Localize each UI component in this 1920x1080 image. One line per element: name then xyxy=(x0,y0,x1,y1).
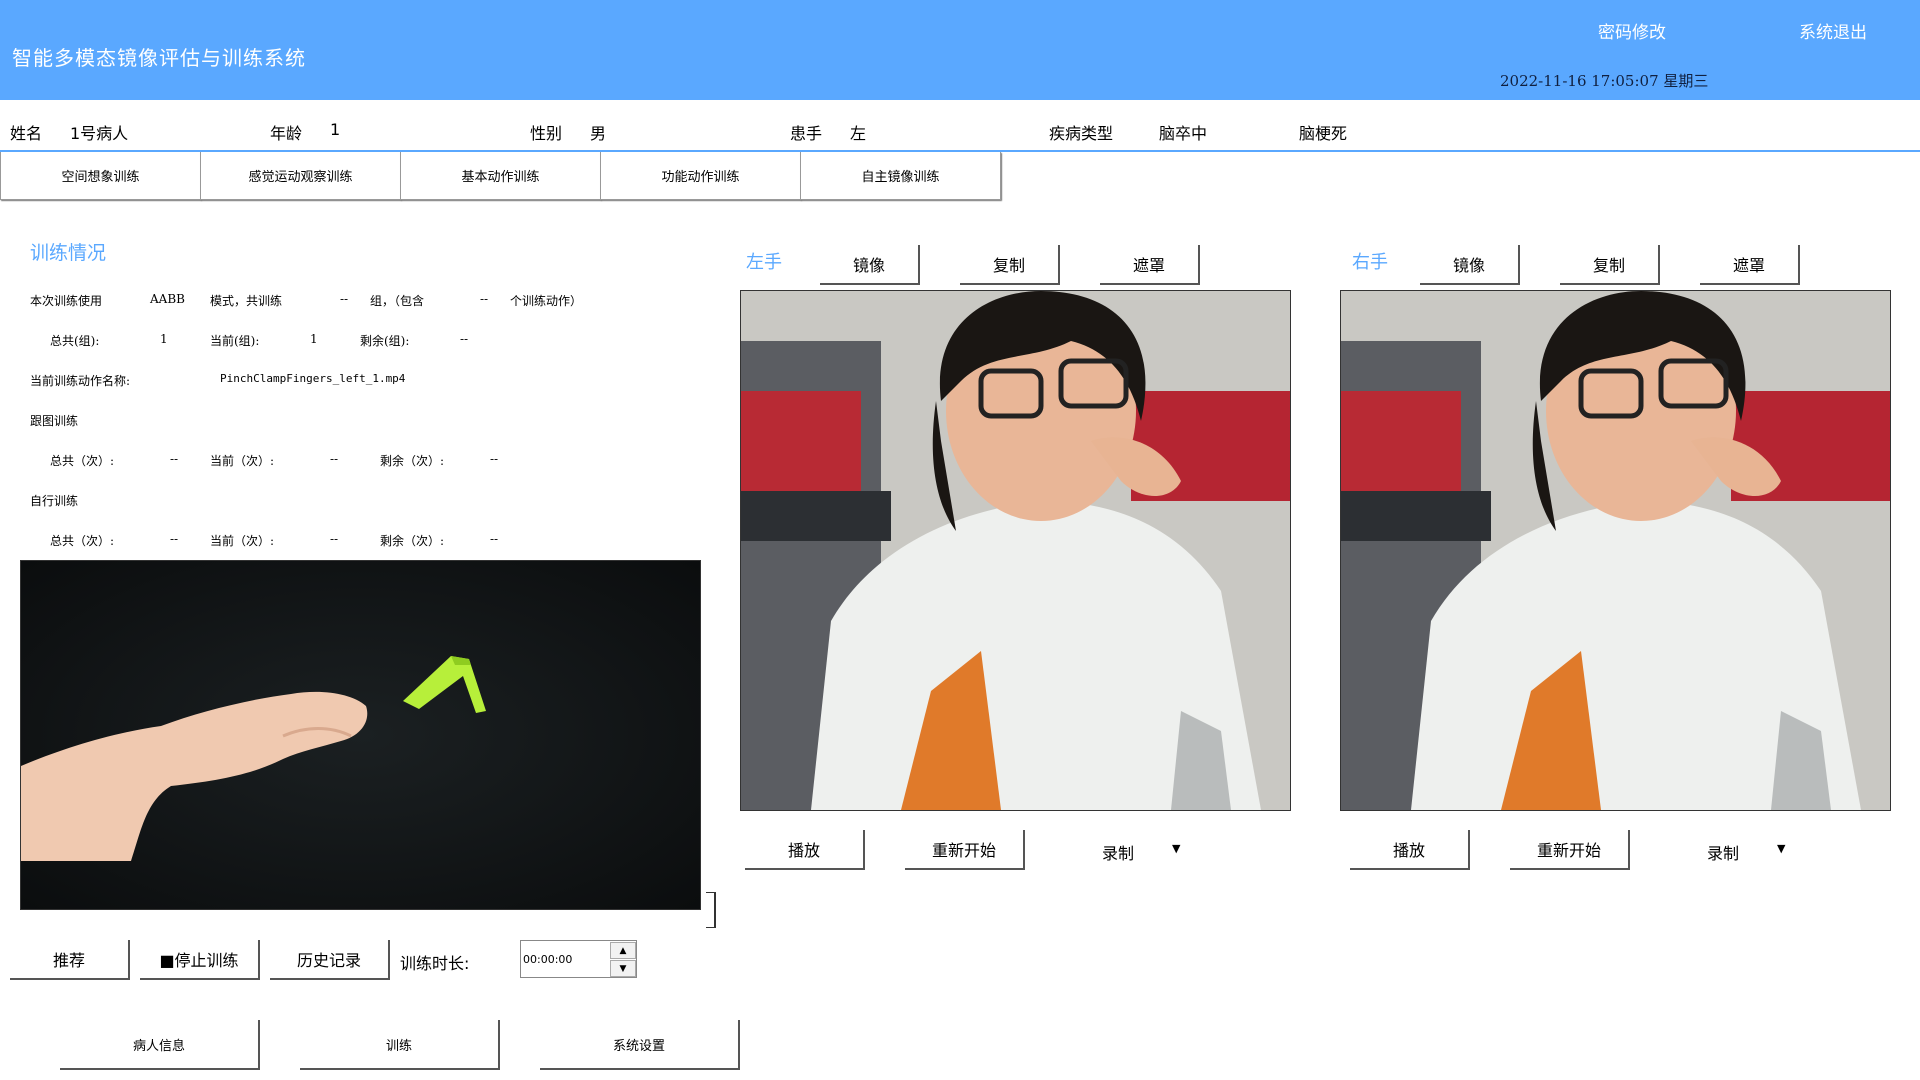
right-camera-feed xyxy=(1340,290,1891,811)
right-mask-button[interactable]: 遮罩 xyxy=(1700,245,1800,285)
line1-mid: 模式，共训练 xyxy=(210,294,283,308)
left-copy-button[interactable]: 复制 xyxy=(960,245,1060,285)
left-mirror-button[interactable]: 镜像 xyxy=(820,245,920,285)
self-remain-label: 剩余（次）: xyxy=(380,534,445,548)
disease-label: 疾病类型 xyxy=(1049,124,1114,143)
training-mode: AABB xyxy=(150,292,185,306)
datetime: 2022-11-16 17:05:07 星期三 xyxy=(1500,72,1709,90)
right-record-dropdown-icon[interactable]: ▼ xyxy=(1777,842,1785,855)
right-record-label[interactable]: 录制 xyxy=(1707,840,1739,864)
tab-sensorimotor-observation[interactable]: 感觉运动观察训练 xyxy=(200,152,401,200)
tab-functional-action[interactable]: 功能动作训练 xyxy=(600,152,801,200)
left-record-label[interactable]: 录制 xyxy=(1102,840,1134,864)
left-record-dropdown-icon[interactable]: ▼ xyxy=(1172,842,1180,855)
action-name-label: 当前训练动作名称: xyxy=(30,374,131,388)
left-restart-button[interactable]: 重新开始 xyxy=(905,830,1025,870)
group-total: 1 xyxy=(160,332,168,346)
action-name: PinchClampFingers_left_1.mp4 xyxy=(220,372,406,385)
right-hand-label: 右手 xyxy=(1352,252,1388,273)
follow-total-label: 总共（次）: xyxy=(50,454,115,468)
hand-label: 患手 xyxy=(790,124,823,143)
group-current-label: 当前(组): xyxy=(210,334,260,348)
left-play-button[interactable]: 播放 xyxy=(745,830,865,870)
patient-disease-sub: 脑梗死 xyxy=(1299,124,1348,143)
name-label: 姓名 xyxy=(10,124,43,143)
action-count: -- xyxy=(480,292,489,306)
duration-label: 训练时长: xyxy=(400,954,470,973)
right-restart-button[interactable]: 重新开始 xyxy=(1510,830,1630,870)
tab-spatial-imagination[interactable]: 空间想象训练 xyxy=(0,152,201,200)
group-remain-label: 剩余(组): xyxy=(360,334,410,348)
self-remain: -- xyxy=(490,532,499,546)
line1-prefix: 本次训练使用 xyxy=(30,294,103,308)
patient-hand: 左 xyxy=(850,124,867,143)
left-hand-label: 左手 xyxy=(746,252,782,273)
patient-disease: 脑卒中 xyxy=(1159,124,1208,143)
patient-age: 1 xyxy=(330,120,341,139)
follow-remain: -- xyxy=(490,452,499,466)
spin-up-button[interactable]: ▲ xyxy=(610,942,636,959)
gender-label: 性别 xyxy=(530,124,563,143)
group-count: -- xyxy=(340,292,349,306)
left-camera-frame xyxy=(741,291,1290,810)
group-current: 1 xyxy=(310,332,318,346)
follow-total: -- xyxy=(170,452,179,466)
demo-video xyxy=(20,560,701,910)
self-total: -- xyxy=(170,532,179,546)
group-total-label: 总共(组): xyxy=(50,334,100,348)
recommend-button[interactable]: 推荐 xyxy=(10,940,130,980)
self-current-label: 当前（次）: xyxy=(210,534,275,548)
training-status-title: 训练情况 xyxy=(30,242,107,264)
follow-current-label: 当前（次）: xyxy=(210,454,275,468)
follow-training-title: 跟图训练 xyxy=(30,414,79,428)
stop-training-button[interactable]: ■停止训练 xyxy=(140,940,260,980)
logout-link[interactable]: 系统退出 xyxy=(1799,18,1867,43)
group-remain: -- xyxy=(460,332,469,346)
left-mask-button[interactable]: 遮罩 xyxy=(1100,245,1200,285)
app-title: 智能多模态镜像评估与训练系统 xyxy=(12,46,306,70)
right-mirror-button[interactable]: 镜像 xyxy=(1420,245,1520,285)
demo-video-frame xyxy=(21,561,700,909)
right-copy-button[interactable]: 复制 xyxy=(1560,245,1660,285)
line1-mid2: 组，（包含 xyxy=(370,294,425,308)
line1-suffix: 个训练动作） xyxy=(510,294,583,308)
video-resize-handle[interactable] xyxy=(706,892,716,928)
patient-name: 1号病人 xyxy=(70,124,129,143)
nav-patient-info-button[interactable]: 病人信息 xyxy=(60,1020,260,1070)
duration-value: 00:00:00 xyxy=(523,952,573,966)
follow-current: -- xyxy=(330,452,339,466)
nav-training-button[interactable]: 训练 xyxy=(300,1020,500,1070)
history-button[interactable]: 历史记录 xyxy=(270,940,390,980)
tab-basic-action[interactable]: 基本动作训练 xyxy=(400,152,601,200)
change-password-link[interactable]: 密码修改 xyxy=(1598,18,1666,43)
left-camera-feed xyxy=(740,290,1291,811)
nav-system-settings-button[interactable]: 系统设置 xyxy=(540,1020,740,1070)
right-camera-frame xyxy=(1341,291,1890,810)
patient-gender: 男 xyxy=(590,124,607,143)
age-label: 年龄 xyxy=(270,124,303,143)
tab-autonomous-mirror[interactable]: 自主镜像训练 xyxy=(800,152,1001,200)
self-total-label: 总共（次）: xyxy=(50,534,115,548)
spin-down-button[interactable]: ▼ xyxy=(610,960,636,977)
self-training-title: 自行训练 xyxy=(30,494,79,508)
right-play-button[interactable]: 播放 xyxy=(1350,830,1470,870)
self-current: -- xyxy=(330,532,339,546)
follow-remain-label: 剩余（次）: xyxy=(380,454,445,468)
